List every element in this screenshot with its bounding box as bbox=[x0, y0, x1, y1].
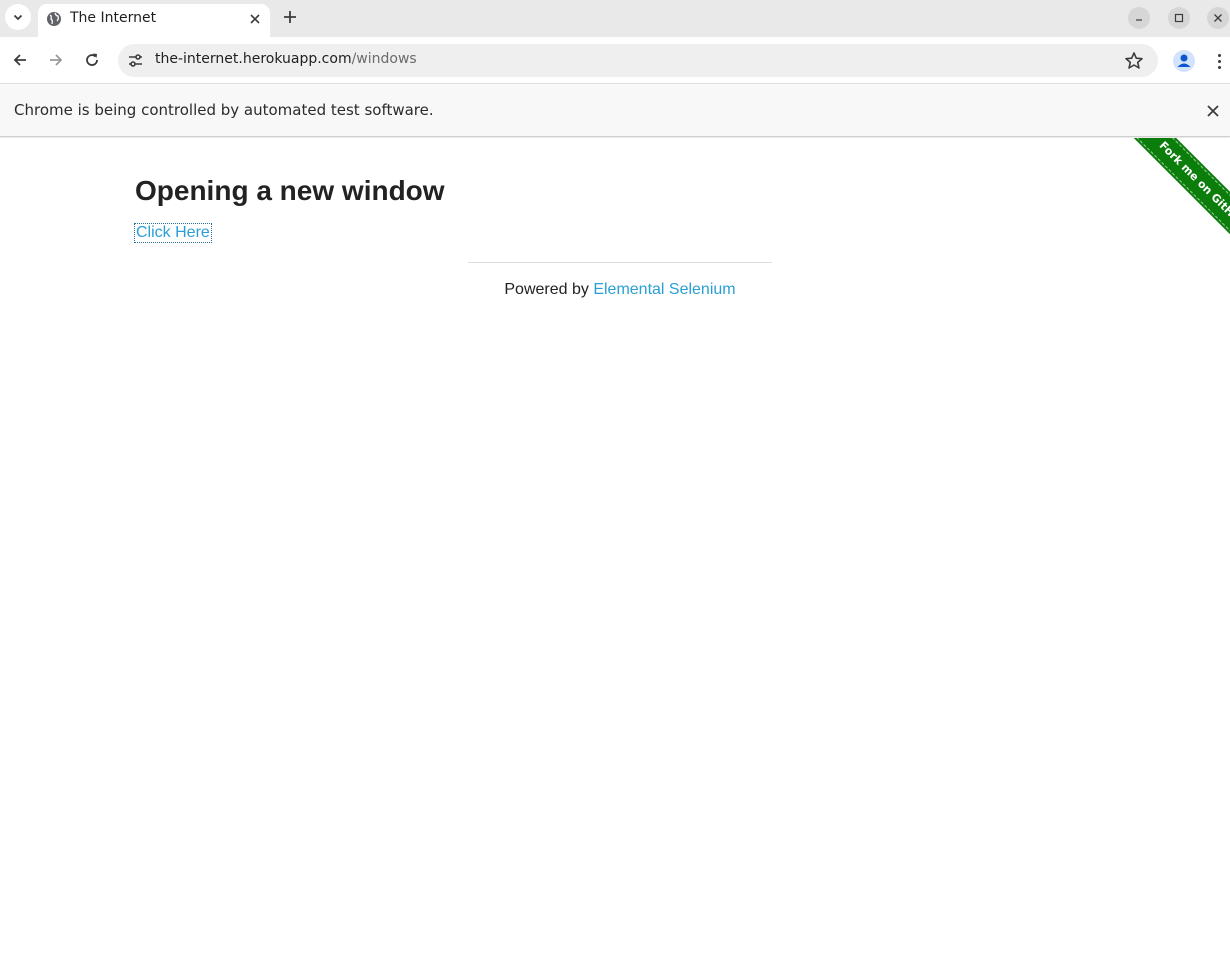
page-footer: Powered by Elemental Selenium bbox=[0, 281, 1230, 299]
maximize-button[interactable] bbox=[1168, 7, 1190, 29]
tab-active[interactable]: The Internet bbox=[38, 4, 270, 37]
reload-button[interactable] bbox=[81, 49, 103, 71]
minimize-icon bbox=[1136, 19, 1142, 21]
plus-icon bbox=[284, 11, 296, 23]
globe-icon bbox=[47, 12, 61, 26]
close-icon bbox=[1214, 14, 1222, 22]
infobar-message: Chrome is being controlled by automated … bbox=[14, 101, 434, 119]
back-button[interactable] bbox=[9, 49, 31, 71]
page-title: Opening a new window bbox=[135, 175, 445, 206]
tab-close-button[interactable] bbox=[246, 10, 264, 28]
chevron-down-icon bbox=[13, 14, 23, 21]
kebab-icon[interactable] bbox=[1211, 50, 1227, 72]
elemental-selenium-link[interactable]: Elemental Selenium bbox=[593, 281, 735, 298]
window-close-button[interactable] bbox=[1207, 7, 1229, 29]
tune-icon[interactable] bbox=[127, 52, 144, 69]
tab-strip: The Internet bbox=[0, 0, 1230, 37]
footer-prefix: Powered by bbox=[504, 281, 594, 298]
tab-title: The Internet bbox=[70, 10, 157, 26]
reload-icon bbox=[86, 53, 98, 66]
close-icon bbox=[250, 14, 260, 24]
url-host: the-internet.herokuapp.com bbox=[155, 51, 352, 67]
github-ribbon[interactable]: Fork me on GitHub bbox=[1105, 138, 1230, 263]
address-bar[interactable]: the-internet.herokuapp.com/windows bbox=[118, 44, 1158, 77]
browser-toolbar: the-internet.herokuapp.com/windows bbox=[0, 37, 1230, 84]
person-icon[interactable] bbox=[1172, 49, 1196, 73]
star-icon[interactable] bbox=[1124, 51, 1144, 71]
close-icon[interactable] bbox=[1204, 102, 1222, 120]
automation-infobar: Chrome is being controlled by automated … bbox=[0, 85, 1230, 137]
new-tab-button[interactable] bbox=[278, 5, 302, 29]
tab-search-button[interactable] bbox=[5, 4, 31, 30]
page-content: Opening a new window Click Here Powered … bbox=[0, 138, 1230, 968]
url-path: /windows bbox=[351, 51, 417, 67]
forward-button[interactable] bbox=[45, 49, 67, 71]
footer-divider bbox=[468, 262, 772, 263]
url-text: the-internet.herokuapp.com/windows bbox=[155, 51, 417, 67]
arrow-left-icon bbox=[13, 54, 26, 66]
github-ribbon-label[interactable]: Fork me on GitHub bbox=[1131, 138, 1230, 263]
minimize-button[interactable] bbox=[1128, 7, 1150, 29]
click-here-link[interactable]: Click Here bbox=[134, 223, 212, 243]
maximize-icon bbox=[1174, 13, 1184, 23]
arrow-right-icon bbox=[50, 54, 63, 66]
